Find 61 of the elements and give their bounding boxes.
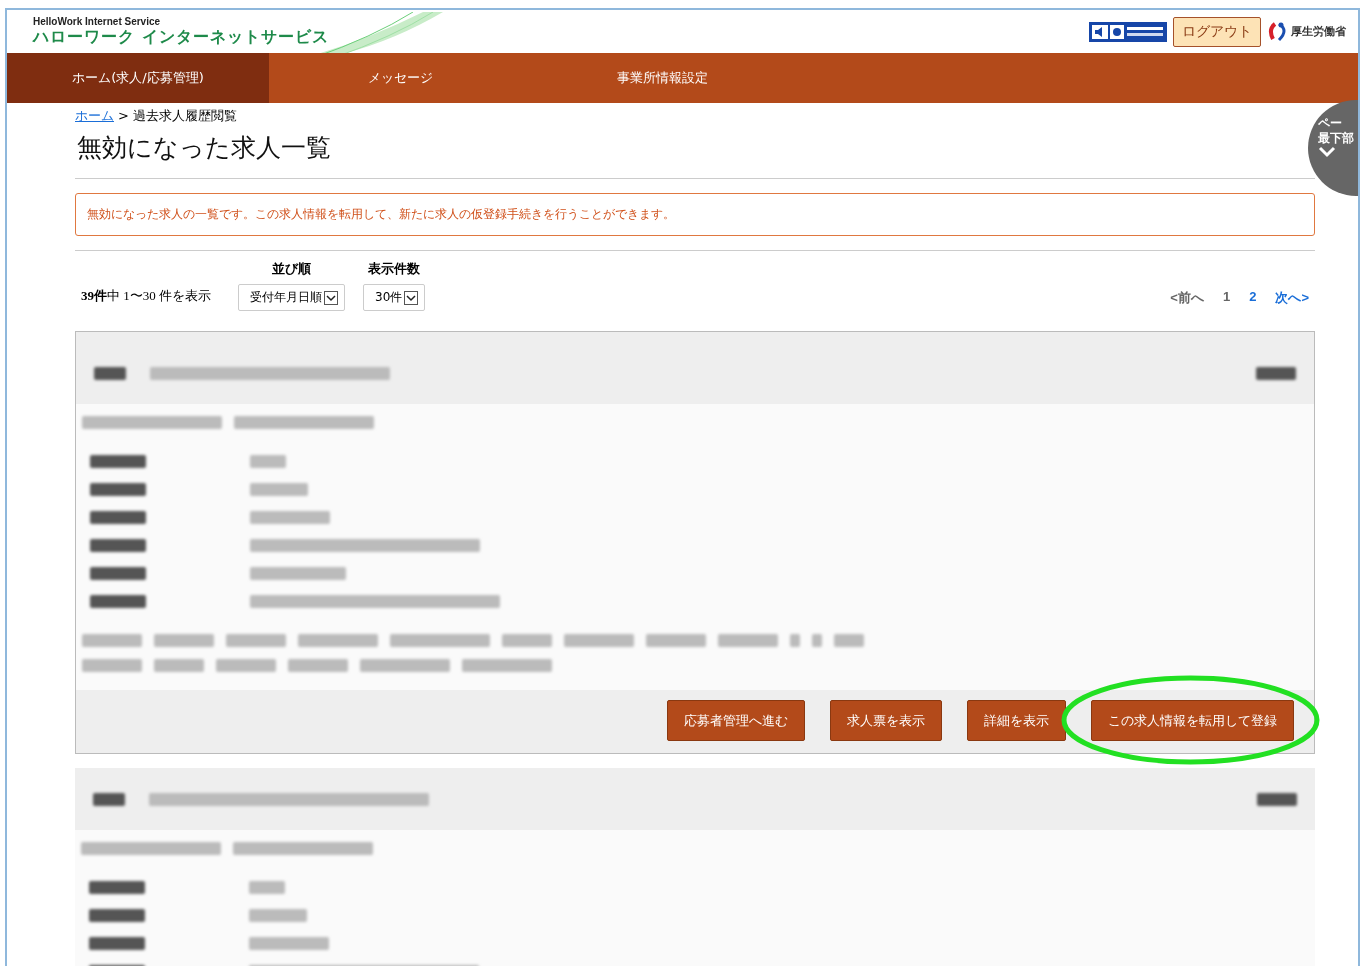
next-link[interactable]: 次へ> xyxy=(1275,289,1309,307)
notice-box: 無効になった求人の一覧です。この求人情報を転用して、新たに求人の仮登録手続きを行うことができます。 xyxy=(75,193,1315,236)
blurred-text xyxy=(249,881,285,894)
blurred-text xyxy=(93,792,125,806)
nav-tab[interactable]: メッセージ xyxy=(269,53,531,103)
blurred-text xyxy=(216,659,276,672)
card-button[interactable]: 求人票を表示 xyxy=(830,700,942,741)
per-page-label: 表示件数 xyxy=(368,260,421,278)
blurred-text xyxy=(94,366,126,380)
page-link[interactable]: 2 xyxy=(1249,289,1257,307)
blurred-text xyxy=(90,483,146,496)
blurred-text xyxy=(1257,792,1297,806)
blurred-text xyxy=(89,937,145,950)
result-count: 39件中 1〜30 件を表示 xyxy=(81,287,212,305)
nav-tab[interactable]: ホーム(求人/応募管理) xyxy=(7,53,269,103)
card-button[interactable]: この求人情報を転用して登録 xyxy=(1091,700,1294,741)
blurred-text xyxy=(718,634,778,647)
caret-icon xyxy=(324,290,338,305)
breadcrumb-link[interactable]: ホーム xyxy=(75,107,114,125)
blurred-text xyxy=(90,595,146,608)
blurred-text xyxy=(90,455,146,468)
blurred-text xyxy=(249,909,307,922)
blurred-text xyxy=(502,634,552,647)
blurred-text xyxy=(226,634,286,647)
site-logo: ハローワーク インターネットサービス xyxy=(33,26,329,48)
blurred-text xyxy=(90,511,146,524)
blurred-text xyxy=(812,634,822,647)
nav-tab[interactable]: 事業所情報設定 xyxy=(531,53,793,103)
sort-label: 並び順 xyxy=(272,260,311,278)
blurred-text xyxy=(89,909,145,922)
page-link[interactable]: 1 xyxy=(1222,289,1231,307)
blurred-text xyxy=(250,483,308,496)
accessibility-icon[interactable] xyxy=(1089,21,1167,42)
logo-subtitle: HelloWork Internet Service xyxy=(33,15,162,27)
page-title: 無効になった求人一覧 xyxy=(77,132,332,164)
scroll-label: 最下部 xyxy=(1318,131,1354,146)
blurred-text xyxy=(1256,366,1296,380)
breadcrumb-current: > 過去求人履歴閲覧 xyxy=(118,107,238,125)
blurred-text xyxy=(90,567,146,580)
blurred-text xyxy=(154,659,204,672)
blurred-text xyxy=(646,634,706,647)
blurred-text xyxy=(834,634,864,647)
caret-icon xyxy=(404,290,419,305)
blurred-text xyxy=(82,659,142,672)
sort-select[interactable]: 受付年月日順 xyxy=(238,284,345,311)
page-bottom-button[interactable]: ペー 最下部 xyxy=(1308,100,1358,196)
blurred-text xyxy=(82,634,142,647)
card-button[interactable]: 応募者管理へ進む xyxy=(667,700,805,741)
logout-button[interactable]: ログアウト xyxy=(1173,16,1261,47)
chevron-down-icon xyxy=(1318,146,1336,158)
blurred-text xyxy=(89,881,145,894)
card-button[interactable]: 詳細を表示 xyxy=(967,700,1066,741)
blurred-text xyxy=(288,659,348,672)
blurred-text xyxy=(154,634,214,647)
blurred-text xyxy=(790,634,800,647)
blurred-text xyxy=(250,455,286,468)
blurred-text xyxy=(564,634,634,647)
ministry-logo: 厚生労働省 xyxy=(1291,24,1346,39)
blurred-text xyxy=(90,539,146,552)
scroll-label: ペー xyxy=(1318,116,1342,131)
per-page-select[interactable]: 30件 xyxy=(363,284,426,311)
